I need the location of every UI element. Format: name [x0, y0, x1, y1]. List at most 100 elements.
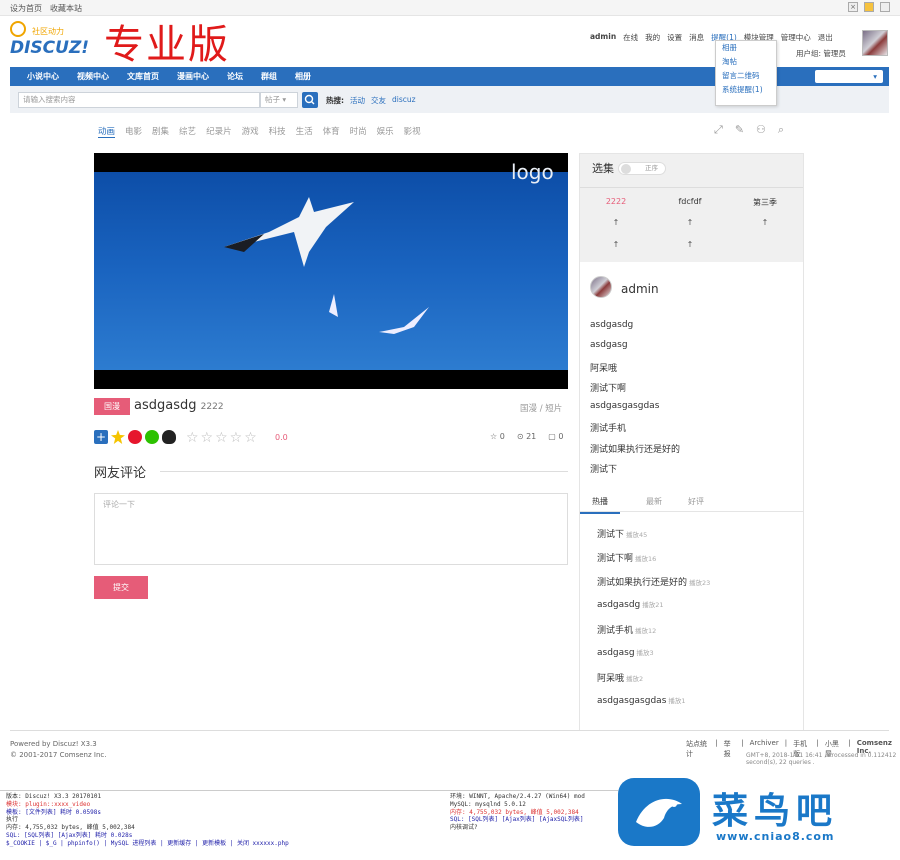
- search-icon[interactable]: ⌕: [778, 123, 784, 137]
- history-icon[interactable]: ⤢: [714, 123, 723, 137]
- arrow-up-icon[interactable]: ↑: [735, 218, 795, 227]
- qq-icon[interactable]: [162, 430, 176, 444]
- list-item[interactable]: 测试如果执行还是好的 播放23: [597, 575, 710, 599]
- wechat-icon[interactable]: [145, 430, 159, 444]
- debug-line[interactable]: SQL: [SQL列表] [Ajax列表] 耗时 0.028s: [6, 832, 289, 840]
- settings-link[interactable]: 设置: [667, 32, 682, 43]
- username-link[interactable]: admin: [590, 32, 616, 43]
- breadcrumb[interactable]: 国漫 / 短片: [520, 402, 562, 414]
- work-item[interactable]: asdgasdg: [590, 320, 680, 340]
- category-tab[interactable]: 电影: [125, 125, 142, 138]
- category-tab[interactable]: 生活: [296, 125, 313, 138]
- footer-link[interactable]: 举报: [724, 739, 736, 759]
- list-item[interactable]: asdgasdg 播放21: [597, 599, 710, 623]
- site-logo[interactable]: 社区动力 DISCUZ!: [10, 20, 90, 60]
- debug-line: 模块: plugin::xxxx_video: [6, 800, 91, 808]
- favorite-link[interactable]: 收藏本站: [50, 3, 82, 14]
- list-item[interactable]: 测试手机 播放12: [597, 623, 710, 647]
- qzone-icon[interactable]: [111, 430, 125, 444]
- rss-icon[interactable]: [864, 2, 874, 12]
- arrow-up-icon[interactable]: ↑: [660, 240, 720, 249]
- nav-item-novel[interactable]: 小说中心: [18, 71, 68, 82]
- my-menu[interactable]: 我的: [645, 32, 660, 43]
- online-status[interactable]: 在线: [623, 32, 638, 43]
- video-frame[interactable]: [94, 172, 568, 370]
- list-item[interactable]: 阿呆哦 播放2: [597, 671, 710, 695]
- dropdown-item[interactable]: 淘帖: [716, 55, 776, 69]
- list-item[interactable]: 测试下啊 播放16: [597, 551, 710, 575]
- slogan: 社区动力: [32, 27, 64, 36]
- nav-item-library[interactable]: 文库首页: [118, 71, 168, 82]
- episode-item[interactable]: 第三季: [735, 197, 795, 208]
- favorite-count[interactable]: ☆ 0: [490, 432, 505, 441]
- submit-button[interactable]: 提交: [94, 576, 148, 599]
- category-tab[interactable]: 游戏: [242, 125, 259, 138]
- nav-item-group[interactable]: 群组: [252, 71, 286, 82]
- logout-link[interactable]: 退出: [818, 32, 833, 43]
- nav-item-forum[interactable]: 论坛: [218, 71, 252, 82]
- category-tab[interactable]: 娱乐: [377, 125, 394, 138]
- work-item[interactable]: 测试手机: [590, 421, 680, 441]
- work-item[interactable]: asdgasgasgdas: [590, 401, 680, 421]
- admin-center-link[interactable]: 管理中心: [781, 32, 811, 43]
- comment-textarea[interactable]: 评论一下: [94, 493, 568, 565]
- user-points[interactable]: 用户组: 管理员: [796, 48, 846, 59]
- list-item[interactable]: 测试下 播放45: [597, 527, 710, 551]
- category-tag[interactable]: 国漫: [94, 398, 130, 415]
- quick-nav-button[interactable]: 快捷导航 ▾: [815, 70, 883, 83]
- search-input[interactable]: 请输入搜索内容: [18, 92, 260, 108]
- avatar[interactable]: [862, 30, 888, 56]
- messages-link[interactable]: 消息: [689, 32, 704, 43]
- rank-list: 测试下 播放45 测试下啊 播放16 测试如果执行还是好的 播放23 asdgasdg…: [597, 527, 710, 719]
- footer-link[interactable]: 站点统计: [686, 739, 709, 759]
- list-item[interactable]: asdgasgasgdas 播放1: [597, 695, 710, 719]
- dropdown-item[interactable]: 系统提醒(1): [716, 83, 776, 97]
- edit-icon[interactable]: ✎: [735, 123, 744, 137]
- category-tab[interactable]: 影视: [404, 125, 421, 138]
- category-tab[interactable]: 纪录片: [206, 125, 232, 138]
- work-item[interactable]: asdgasg: [590, 340, 680, 360]
- nav-item-video[interactable]: 视频中心: [68, 71, 118, 82]
- user-icon[interactable]: ⚇: [756, 123, 766, 137]
- category-tab[interactable]: 科技: [269, 125, 286, 138]
- category-tab[interactable]: 剧集: [152, 125, 169, 138]
- close-icon[interactable]: ×: [848, 2, 858, 12]
- dropdown-item[interactable]: 相册: [716, 41, 776, 55]
- order-toggle[interactable]: 正序: [618, 162, 666, 175]
- dropdown-item[interactable]: 留言二维码: [716, 69, 776, 83]
- window-icon[interactable]: [880, 2, 890, 12]
- author-avatar[interactable]: [590, 276, 612, 298]
- comment-count[interactable]: ▢ 0: [548, 432, 563, 441]
- work-item[interactable]: 测试下啊: [590, 381, 680, 401]
- debug-links[interactable]: $_COOKIE | $_G | phpinfo() | MySQL 进程列表 …: [6, 840, 289, 848]
- set-home-link[interactable]: 设为首页: [10, 3, 42, 14]
- list-item[interactable]: asdgasg 播放3: [597, 647, 710, 671]
- category-nav: 动画 电影 剧集 综艺 纪录片 游戏 科技 生活 体育 时尚 娱乐 影视: [98, 125, 421, 138]
- share-plus-icon[interactable]: +: [94, 430, 108, 444]
- hot-search: 热搜: 活动 交友 discuz: [326, 95, 416, 106]
- category-tab[interactable]: 时尚: [350, 125, 367, 138]
- nav-item-album[interactable]: 相册: [286, 71, 320, 82]
- weibo-icon[interactable]: [128, 430, 142, 444]
- category-tab[interactable]: 体育: [323, 125, 340, 138]
- work-item[interactable]: 测试如果执行还是好的: [590, 442, 680, 462]
- search-button[interactable]: [302, 92, 318, 108]
- brand-name: DISCUZ!: [10, 38, 90, 58]
- work-item[interactable]: 测试下: [590, 462, 680, 482]
- arrow-up-icon[interactable]: ↑: [586, 240, 646, 249]
- hot-keyword[interactable]: discuz: [392, 95, 416, 106]
- category-tab[interactable]: 动画: [98, 125, 116, 138]
- episode-item[interactable]: 2222: [586, 197, 646, 206]
- episode-item[interactable]: fdcfdf: [660, 197, 720, 206]
- debug-line[interactable]: 模板: [文件列表] 耗时 0.0598s: [6, 809, 289, 817]
- arrow-up-icon[interactable]: ↑: [660, 218, 720, 227]
- work-item[interactable]: 阿呆哦: [590, 361, 680, 381]
- search-scope-select[interactable]: 帖子 ▾: [260, 92, 298, 108]
- nav-item-comic[interactable]: 漫画中心: [168, 71, 218, 82]
- hot-keyword[interactable]: 活动: [350, 95, 365, 106]
- arrow-up-icon[interactable]: ↑: [586, 218, 646, 227]
- author-name[interactable]: admin: [621, 282, 659, 296]
- category-tab[interactable]: 综艺: [179, 125, 196, 138]
- rating-stars[interactable]: ☆☆☆☆☆: [186, 430, 259, 446]
- hot-keyword[interactable]: 交友: [371, 95, 386, 106]
